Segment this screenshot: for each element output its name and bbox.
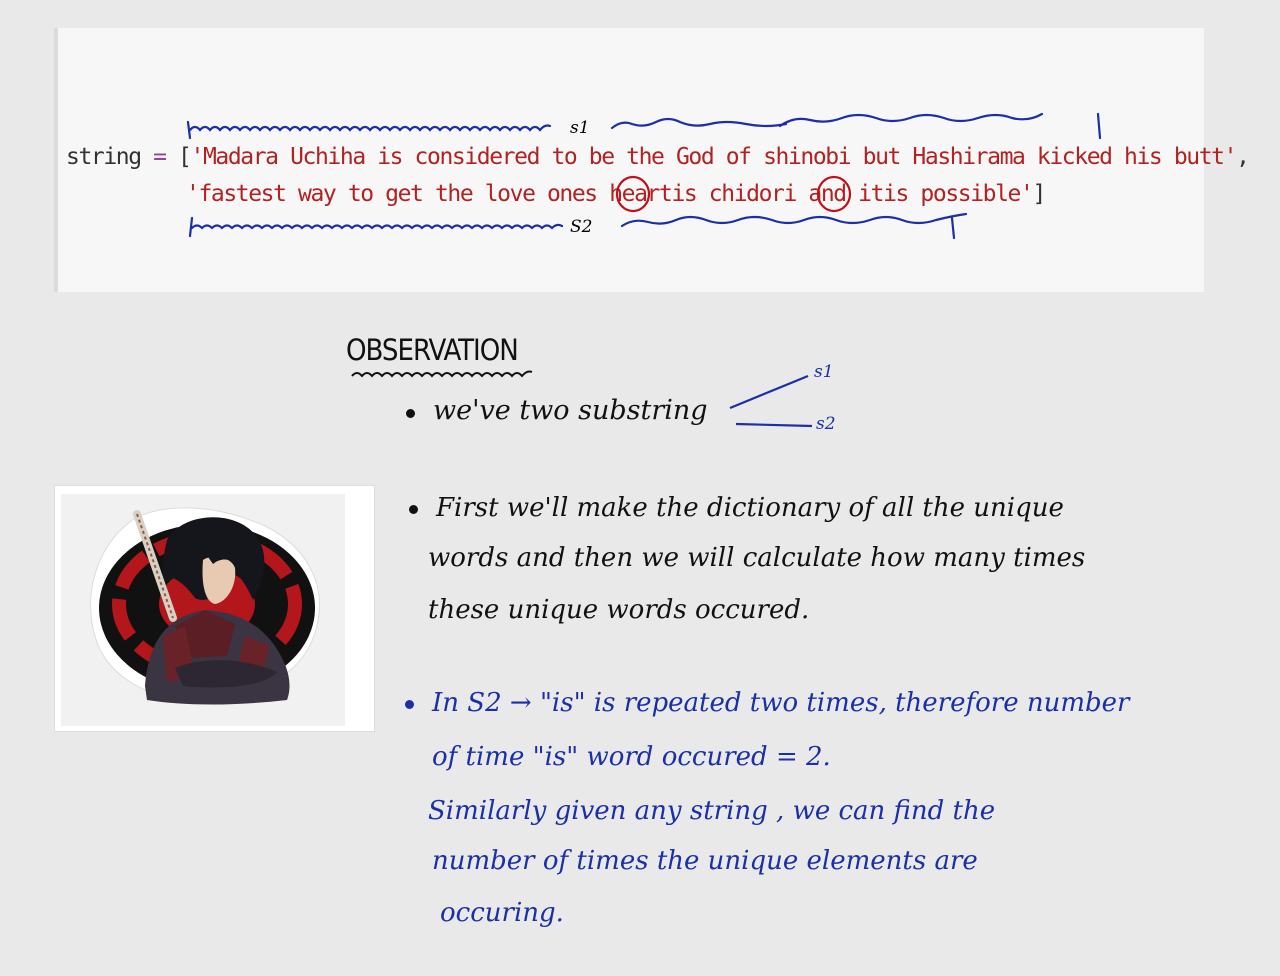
comma: , [1236,144,1250,170]
highlight-is-2: is [883,181,909,207]
branch-line-s1 [729,374,809,410]
branch-line-s2 [735,422,813,428]
highlight-is-1: is [671,181,697,207]
bullet-2-line-3: these unique words occured. [428,595,810,625]
close-bracket: ] [1032,181,1046,207]
string-literal-2-part1: 'fastest way to get the love ones heart [186,181,673,207]
variable-name: string [66,144,142,170]
code-line-1: string = ['Madara Uchiha is considered t… [66,144,1250,170]
assign-operator: = [153,144,167,170]
string-literal-2-part2: chidori and it [696,181,885,207]
code-line-2: 'fastest way to get the love ones hearti… [186,181,1046,207]
bullet-3-line-3: Similarly given any string , we can find… [428,796,996,826]
character-sticker-frame [54,485,375,732]
bullet-1 [406,409,415,418]
bullet-3 [405,700,414,709]
bullet-3-line-5: occuring. [440,898,564,928]
open-bracket: [ [178,144,192,170]
bullet-3-line-1: In S2 → "is" is repeated two times, ther… [432,688,1130,718]
string-literal-2-part3: possible' [907,181,1033,207]
observation-heading: OBSERVATION [346,333,519,367]
branch-s2-label: s2 [816,414,836,434]
bullet-2-line-1: First we'll make the dictionary of all t… [436,493,1064,523]
branch-s1-label: s1 [814,362,834,382]
bullet-2-line-2: words and then we will calculate how man… [428,543,1086,573]
bullet-2 [409,505,418,514]
bullet-3-line-4: number of times the unique elements are [432,846,978,876]
string-literal-1: 'Madara Uchiha is considered to be the G… [190,144,1238,170]
bullet-3-line-2: of time "is" word occured = 2. [432,742,831,772]
character-sticker-image [61,494,345,726]
bullet-1-text: we've two substring [433,395,708,426]
